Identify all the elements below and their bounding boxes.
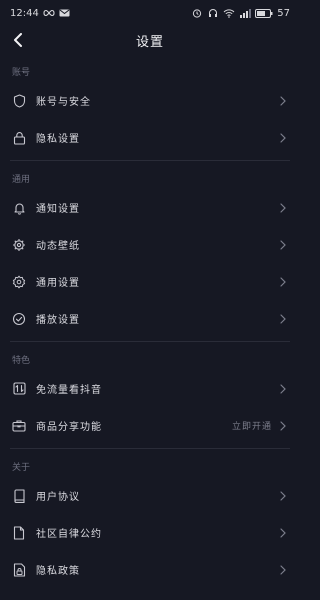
gear-icon <box>12 275 26 289</box>
section-header-features: 特色 <box>12 356 31 366</box>
settings-item-user-agreement[interactable]: 用户协议 <box>0 477 300 514</box>
status-bar-right: 57 <box>191 8 290 19</box>
data-icon <box>12 382 26 396</box>
chevron-right-icon <box>278 490 288 501</box>
settings-item-label: 隐私政策 <box>36 566 80 577</box>
wifi-icon <box>223 8 235 18</box>
document-icon <box>12 525 26 540</box>
settings-item-label: 社区自律公约 <box>36 529 102 540</box>
chevron-right-icon <box>278 276 288 287</box>
back-button[interactable] <box>6 28 30 52</box>
signal-icon <box>239 8 252 18</box>
settings-item-free-data[interactable]: 免流量看抖音 <box>0 370 300 407</box>
settings-item-general[interactable]: 通用设置 <box>0 263 300 300</box>
chevron-right-icon <box>278 132 288 143</box>
play-icon <box>12 312 26 326</box>
chevron-right-icon <box>278 95 288 106</box>
infinity-icon <box>43 8 55 18</box>
settings-item-playback[interactable]: 播放设置 <box>0 300 300 337</box>
settings-list: 账号 账号与安全 隐私设置 通用 通知设置 动态壁纸 通用设置 播放设置 特色 … <box>0 54 300 588</box>
shield-icon <box>12 93 26 108</box>
settings-item-live-wallpaper[interactable]: 动态壁纸 <box>0 226 300 263</box>
chevron-right-icon <box>278 239 288 250</box>
settings-item-label: 隐私设置 <box>36 134 80 145</box>
book-icon <box>12 488 26 503</box>
settings-item-label: 用户协议 <box>36 492 80 503</box>
settings-item-notifications[interactable]: 通知设置 <box>0 189 300 226</box>
settings-item-privacy-policy[interactable]: 隐私政策 <box>0 551 300 588</box>
wallpaper-icon <box>12 238 26 252</box>
settings-item-privacy-settings[interactable]: 隐私设置 <box>0 119 300 156</box>
chevron-right-icon <box>278 420 288 431</box>
chevron-right-icon <box>278 383 288 394</box>
settings-item-label: 免流量看抖音 <box>36 385 102 396</box>
settings-item-label: 账号与安全 <box>36 97 91 108</box>
chevron-right-icon <box>278 202 288 213</box>
chevron-right-icon <box>278 564 288 575</box>
chevron-left-icon <box>13 33 23 47</box>
battery-level: 57 <box>277 7 290 19</box>
alarm-icon <box>191 8 203 18</box>
mail-icon <box>59 8 71 18</box>
section-header-general: 通用 <box>12 175 31 185</box>
battery-icon <box>255 8 273 18</box>
settings-item-label: 播放设置 <box>36 315 80 326</box>
settings-item-label: 动态壁纸 <box>36 241 80 252</box>
settings-item-label: 通知设置 <box>36 204 80 215</box>
activate-now-link[interactable]: 立即开通 <box>232 419 272 432</box>
chevron-right-icon <box>278 527 288 538</box>
headphones-icon <box>207 8 219 18</box>
status-bar-left: 12:44 <box>10 8 71 19</box>
section-header-about: 关于 <box>12 463 31 473</box>
chevron-right-icon <box>278 313 288 324</box>
settings-item-label: 商品分享功能 <box>36 422 102 433</box>
settings-item-label: 通用设置 <box>36 278 80 289</box>
settings-item-product-sharing[interactable]: 商品分享功能 立即开通 <box>0 407 300 444</box>
status-bar: 12:44 57 <box>0 0 300 26</box>
nav-bar: 设置 <box>0 26 300 54</box>
settings-item-account-security[interactable]: 账号与安全 <box>0 82 300 119</box>
briefcase-icon <box>12 419 26 433</box>
settings-item-community-guidelines[interactable]: 社区自律公约 <box>0 514 300 551</box>
status-time: 12:44 <box>10 7 39 19</box>
page-title: 设置 <box>135 34 164 50</box>
bell-icon <box>12 201 26 215</box>
privacy-icon <box>12 562 26 577</box>
section-header-account: 账号 <box>12 68 31 78</box>
lock-icon <box>12 131 26 145</box>
